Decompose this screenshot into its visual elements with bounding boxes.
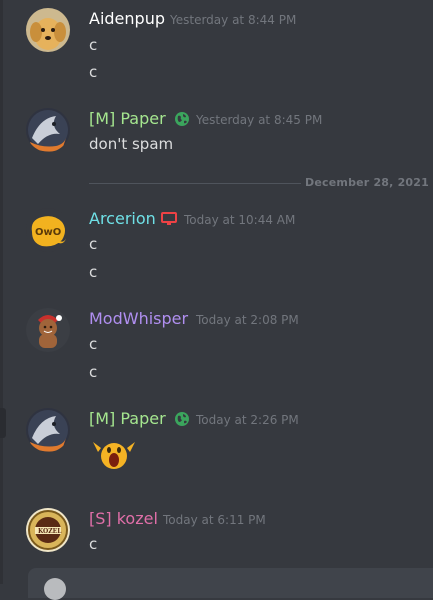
message-line: c xyxy=(89,335,98,353)
scream-emoji-icon[interactable] xyxy=(89,436,139,472)
svg-text:OwO: OwO xyxy=(35,227,61,238)
kozel-beer-avatar-icon: KOZEL xyxy=(26,508,70,552)
timestamp: Today at 2:26 PM xyxy=(196,413,299,427)
globe-icon xyxy=(175,112,189,126)
globe-icon xyxy=(175,412,189,426)
timestamp: Today at 2:08 PM xyxy=(196,313,299,327)
message-line: c xyxy=(89,363,98,381)
message-line: c xyxy=(89,36,98,54)
message-line: c xyxy=(89,235,98,253)
message-line: c xyxy=(89,263,98,281)
username[interactable]: Aidenpup xyxy=(89,9,165,28)
message-line: c xyxy=(89,63,98,81)
avatar-paper[interactable] xyxy=(26,108,70,152)
dragon-avatar-icon xyxy=(26,408,70,452)
timestamp: Today at 6:11 PM xyxy=(163,513,266,527)
message-line: don't spam xyxy=(89,135,174,153)
avatar-modwhisper[interactable] xyxy=(26,308,70,352)
monitor-icon xyxy=(161,212,177,225)
username[interactable]: [M] Paper xyxy=(89,409,166,428)
message-composer[interactable] xyxy=(28,568,433,600)
add-attachment-icon[interactable] xyxy=(44,578,66,600)
username[interactable]: Arcerion xyxy=(89,209,156,228)
owo-avatar-icon: OwO xyxy=(31,216,66,247)
date-divider-label: December 28, 2021 xyxy=(301,176,433,189)
gingerbread-avatar-icon xyxy=(26,308,70,352)
dragon-avatar-icon xyxy=(26,108,70,152)
timestamp: Yesterday at 8:44 PM xyxy=(170,13,297,27)
avatar-paper[interactable] xyxy=(26,408,70,452)
avatar-aidenpup[interactable] xyxy=(26,8,70,52)
avatar-arcerion[interactable]: OwO xyxy=(26,208,70,252)
svg-text:KOZEL: KOZEL xyxy=(38,528,62,535)
timestamp: Today at 10:44 AM xyxy=(184,213,296,227)
avatar-kozel[interactable]: KOZEL xyxy=(26,508,70,552)
timestamp: Yesterday at 8:45 PM xyxy=(196,113,323,127)
left-edge-tab[interactable] xyxy=(0,408,6,438)
left-edge-strip xyxy=(0,0,3,584)
golden-retriever-avatar-icon xyxy=(26,8,70,52)
username[interactable]: [M] Paper xyxy=(89,109,166,128)
username[interactable]: [S] kozel xyxy=(89,509,158,528)
username[interactable]: ModWhisper xyxy=(89,309,188,328)
message-line: c xyxy=(89,535,98,553)
